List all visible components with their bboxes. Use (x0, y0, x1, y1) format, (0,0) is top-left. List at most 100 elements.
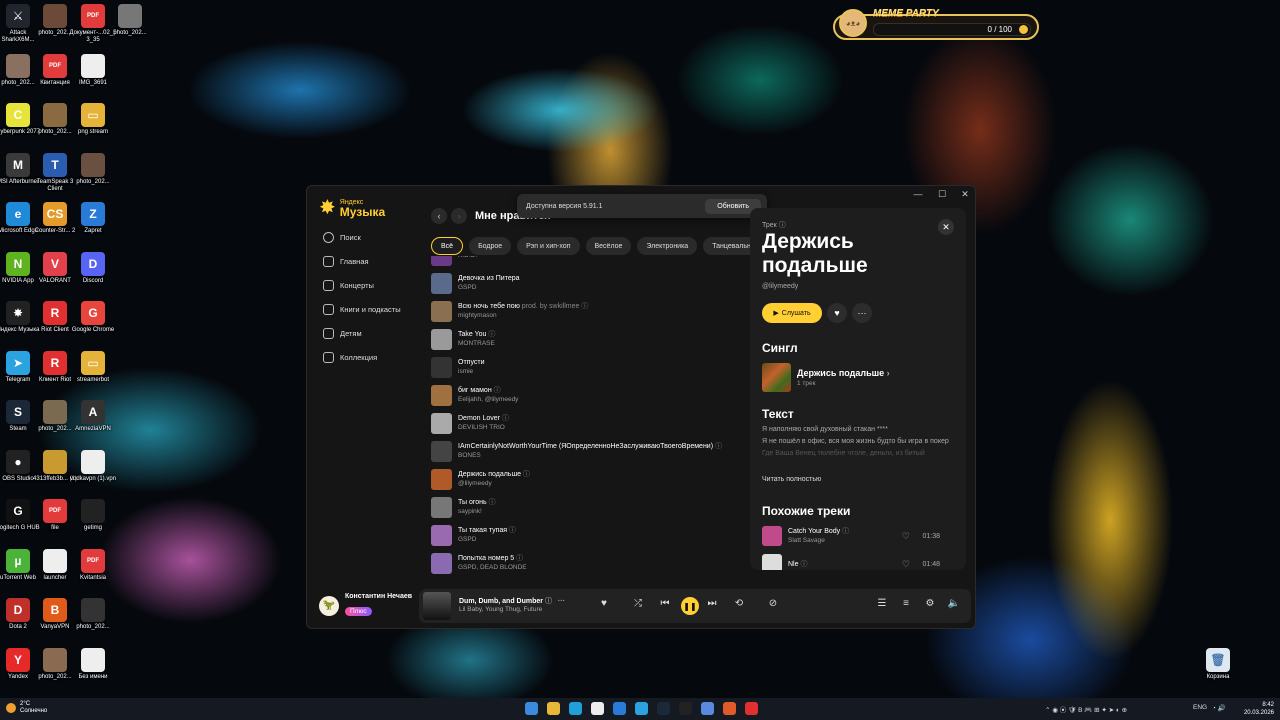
filter-chip[interactable]: Бодрое (469, 237, 512, 255)
info-icon[interactable]: ⓘ (799, 561, 807, 568)
info-icon[interactable]: ⓘ (840, 528, 849, 535)
track-row[interactable]: Ты огонь ⓘ saypink! (431, 495, 496, 519)
like-button[interactable]: ♥ (827, 303, 847, 323)
more-icon[interactable]: ··· (558, 598, 565, 605)
single-item[interactable]: Держись подальше › 1 трек (762, 363, 890, 392)
explorer-icon[interactable] (547, 702, 560, 715)
telegram-icon[interactable] (635, 702, 648, 715)
info-icon[interactable]: ⓘ (713, 443, 722, 450)
track-artist[interactable]: K.D.D. (458, 256, 477, 260)
user-profile[interactable]: 🦖 Константин Нечаев Плюс (319, 593, 412, 618)
desktop-icon[interactable]: photo_202... (107, 4, 153, 37)
volume-icon[interactable]: 🔈 (947, 598, 961, 609)
track-row[interactable]: Demon Lover ⓘ DEVILISH TRIO (431, 411, 509, 435)
recycle-bin-icon[interactable]: 🗑 Корзина (1195, 648, 1241, 681)
panel-close-button[interactable]: ✕ (938, 219, 954, 235)
filter-chip[interactable]: Всё (431, 237, 464, 255)
app-icon[interactable] (723, 702, 736, 715)
desktop-icon[interactable]: IMG_3691 (70, 53, 116, 87)
track-artist[interactable]: GSPD, DEAD BLONDE (458, 563, 527, 572)
desktop-icon[interactable]: vodkavpn (1).vpn (70, 449, 116, 483)
filter-chip[interactable]: Рэп и хип-хоп (517, 237, 580, 255)
vscode-icon[interactable] (613, 702, 626, 715)
info-icon[interactable]: ⓘ (514, 555, 523, 562)
track-artist[interactable]: BONES (458, 451, 722, 460)
weather-widget[interactable]: 2°C Солнечно (6, 701, 47, 715)
info-icon[interactable]: ⓘ (579, 303, 588, 310)
tray-icons[interactable]: ⌃ ◉ ⦿ 🛡 B 🎮 ⊞ ✦ ➤ ◐ ⊕ (1045, 704, 1127, 714)
player-like-button[interactable]: ♥ (597, 598, 611, 609)
read-all-link[interactable]: Читать полностью (762, 476, 821, 483)
info-icon[interactable]: ⓘ (507, 527, 516, 534)
steam-icon[interactable] (657, 702, 670, 715)
track-row[interactable]: биг мамон ⓘ Eelijahh, @lilymeedy (431, 383, 518, 407)
app-icon[interactable] (745, 702, 758, 715)
sidebar-item-concerts[interactable]: Концерты (323, 280, 374, 291)
app-icon[interactable] (701, 702, 714, 715)
yandex-browser-icon[interactable] (591, 702, 604, 715)
info-icon[interactable]: ⓘ (486, 331, 495, 338)
track-artist[interactable]: Eelijahh, @lilymeedy (458, 395, 518, 404)
info-icon[interactable]: ⓘ (545, 598, 552, 605)
info-icon[interactable]: ⓘ (500, 415, 509, 422)
track-row[interactable]: Попытка номер 5 ⓘ GSPD, DEAD BLONDE (431, 551, 527, 575)
sidebar-item-search[interactable]: Поиск (323, 232, 361, 243)
filter-chip[interactable]: Электроника (637, 237, 698, 255)
track-row[interactable]: IAmCertainlyNotWorthYourTime (ЯОпределен… (431, 439, 722, 463)
desktop-icon[interactable]: Z Zapret (70, 202, 116, 235)
repeat-icon[interactable]: ⟲ (732, 598, 746, 609)
track-row[interactable]: Держись подальше ⓘ @lilymeedy (431, 467, 530, 491)
sidebar-item-home[interactable]: Главная (323, 256, 369, 267)
app-logo[interactable]: ✸ Яндекс Музыка (319, 198, 385, 218)
listen-button[interactable]: ▶ Слушать (762, 303, 822, 323)
window-close-button[interactable]: ✕ (958, 189, 972, 200)
sidebar-item-kids[interactable]: Детям (323, 328, 362, 339)
similar-track-row[interactable]: Nle ⓘ ♡ 01:48 (762, 554, 954, 570)
info-icon[interactable]: ⓘ (492, 387, 501, 394)
similar-track-row[interactable]: Catch Your Body ⓘ Slatt Savage ♡ 01:38 (762, 526, 954, 546)
queue-icon[interactable]: ≡ (899, 598, 913, 609)
filter-chip[interactable]: Весёлое (585, 237, 632, 255)
minimize-button[interactable]: — (911, 189, 925, 199)
sidebar-item-collection[interactable]: Коллекция (323, 352, 377, 363)
info-icon[interactable]: ⓘ (487, 499, 496, 506)
equalizer-icon[interactable]: ⚙ (923, 598, 937, 609)
track-row[interactable]: Всю ночь тебе пою prod. by swkillmee ⓘ mi… (431, 299, 588, 323)
previous-icon[interactable]: ⏮ (658, 598, 672, 609)
track-row[interactable]: Отпусти ismie (431, 355, 484, 379)
edge-icon[interactable] (569, 702, 582, 715)
maximize-button[interactable]: ☐ (935, 189, 949, 200)
shuffle-icon[interactable]: ⤮ (631, 598, 645, 609)
language-indicator[interactable]: ENG (1193, 704, 1207, 711)
info-icon[interactable]: ⓘ (521, 471, 530, 478)
desktop-icon[interactable]: D Discord (70, 251, 116, 285)
yandex-music-icon[interactable] (679, 702, 692, 715)
track-artist[interactable]: GSPD (458, 283, 520, 292)
desktop-icon[interactable]: ▭ png stream (70, 103, 116, 136)
panel-artist[interactable]: @lilymeedy (762, 283, 798, 290)
track-row[interactable]: Take You ⓘ MONTRASE (431, 327, 495, 351)
desktop-icon[interactable]: G Google Chrome (70, 301, 116, 334)
next-icon[interactable]: ⏭ (705, 598, 719, 609)
start-icon[interactable] (525, 702, 538, 715)
desktop-icon[interactable]: PDF Kvitantsia (70, 548, 116, 582)
dislike-icon[interactable]: ⊘ (766, 598, 780, 609)
desktop-icon[interactable]: A AmneziaVPN (70, 400, 116, 433)
player-cover[interactable] (423, 592, 451, 620)
clock[interactable]: 8:42 20.03.2026 (1244, 701, 1274, 717)
pause-button[interactable]: ❚❚ (681, 597, 699, 615)
track-artist[interactable]: mightymason (458, 311, 588, 320)
track-artist[interactable]: GSPD (458, 535, 516, 544)
more-button[interactable]: ··· (852, 303, 872, 323)
desktop-icon[interactable]: photo_202... (70, 152, 116, 186)
track-artist[interactable]: @lilymeedy (458, 479, 530, 488)
similar-track-artist[interactable]: Slatt Savage (788, 536, 849, 545)
heart-icon[interactable]: ♡ (902, 531, 910, 542)
network-volume-icons[interactable]: ◔ 🔊 (1212, 704, 1226, 712)
forward-button[interactable]: › (451, 208, 467, 224)
track-artist[interactable]: saypink! (458, 507, 496, 516)
sidebar-item-books-podcasts[interactable]: Книги и подкасты (323, 304, 401, 315)
heart-icon[interactable]: ♡ (902, 559, 910, 570)
track-row[interactable]: Девочка из Питера GSPD (431, 271, 520, 295)
track-row[interactable]: K.D.D. (431, 256, 477, 267)
